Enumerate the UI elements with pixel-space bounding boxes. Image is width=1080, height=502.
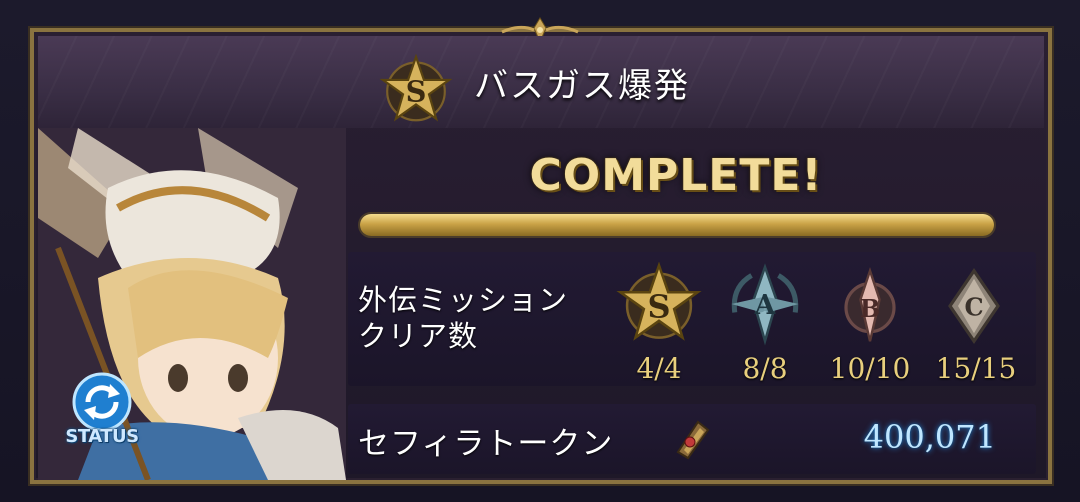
status-button-label[interactable]: STATUS [52,426,152,447]
rank-a-count: 8/8 [742,352,788,385]
rank-s-icon: S [616,262,702,341]
rank-s-count: 4/4 [636,352,682,385]
token-label: セフィラトークン [358,426,614,462]
svg-text:S: S [406,75,427,109]
completion-progress-fill [360,214,994,236]
token-value: 400,071 [863,418,996,456]
svg-text:A: A [754,290,777,321]
completion-status: COMPLETE! [529,150,823,201]
rank-b-icon: B [844,267,896,342]
svg-text:B: B [860,294,880,323]
rank-b-count: 10/10 [829,352,911,385]
missions-label-line2: クリア数 [358,319,479,353]
svg-text:C: C [964,293,983,322]
completion-progress-bar [358,212,996,238]
s-rank-star-icon: S [379,54,453,122]
missions-cleared-label: 外伝ミッション クリア数 [358,282,608,354]
rank-c-count: 15/15 [935,352,1017,385]
missions-label-line1: 外伝ミッション [358,283,569,317]
rank-c-icon: C [948,267,1000,345]
quest-title: バスガス爆発 [474,66,690,106]
rank-a-icon: A [731,263,799,346]
svg-text:S: S [647,287,670,325]
sephira-token-icon [676,420,710,460]
